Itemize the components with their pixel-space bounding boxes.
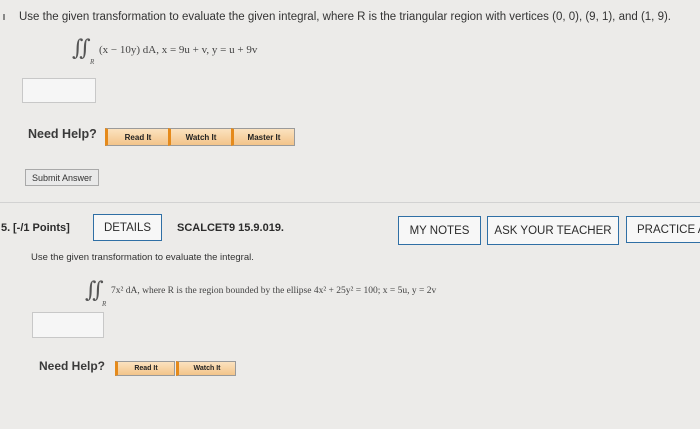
question-1-instruction: Use the given transformation to evaluate… — [19, 11, 671, 23]
question-2-read-it-button[interactable]: Read It — [115, 361, 175, 376]
question-1-marker — [3, 14, 5, 20]
question-1-integrand: (x − 10y) dA, x = 9u + v, y = u + 9v — [99, 44, 258, 56]
question-2-points: [-/1 Points] — [13, 222, 70, 234]
question-2-integral-symbol: ∬ — [85, 278, 104, 303]
details-button[interactable]: DETAILS — [93, 214, 162, 241]
question-2-answer-input[interactable] — [32, 312, 104, 338]
ask-your-teacher-button[interactable]: ASK YOUR TEACHER — [487, 216, 619, 245]
question-2-number: 5. — [1, 222, 11, 234]
question-2-code: SCALCET9 15.9.019. — [177, 222, 284, 234]
integral-symbol: ∬ — [72, 36, 91, 61]
submit-answer-button[interactable]: Submit Answer — [25, 169, 99, 186]
read-it-button[interactable]: Read It — [105, 128, 169, 146]
question-2-instruction: Use the given transformation to evaluate… — [31, 252, 254, 263]
question-2-watch-it-button[interactable]: Watch It — [176, 361, 236, 376]
question-2-integral-region-label: R — [102, 300, 107, 308]
watch-it-button[interactable]: Watch It — [168, 128, 232, 146]
master-it-button[interactable]: Master It — [231, 128, 295, 146]
need-help-label: Need Help? — [28, 127, 97, 141]
question-2-integrand: 7x² dA, where R is the region bounded by… — [111, 286, 437, 296]
question-2-need-help-label: Need Help? — [39, 359, 106, 373]
question-1-answer-input[interactable] — [22, 78, 96, 103]
question-divider — [0, 202, 700, 203]
practice-another-button[interactable]: PRACTICE A — [626, 216, 700, 243]
integral-region-label: R — [90, 58, 95, 66]
my-notes-button[interactable]: MY NOTES — [398, 216, 481, 245]
